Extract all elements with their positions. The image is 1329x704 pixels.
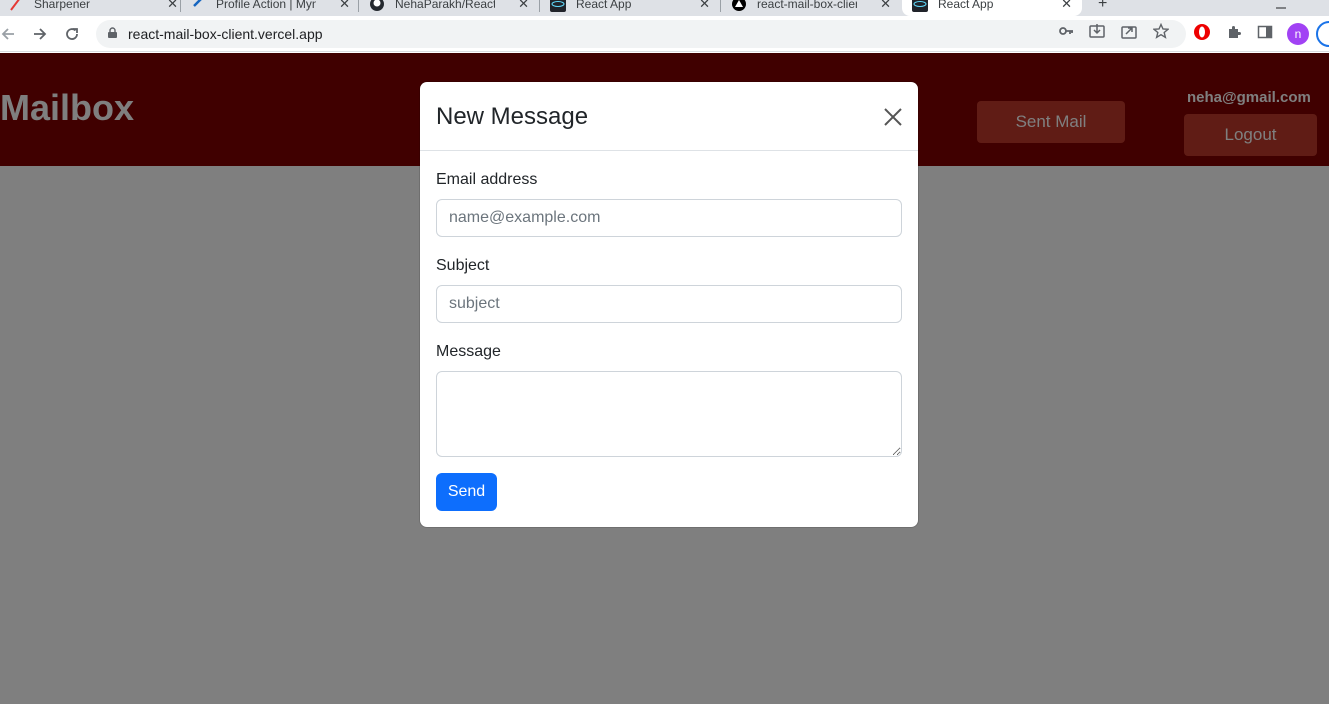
key-icon (1059, 27, 1073, 35)
browser-toolbar: react-mail-box-client.vercel.app n (0, 16, 1329, 52)
tab-separator (358, 0, 359, 12)
vercel-favicon-icon (731, 0, 747, 12)
back-button[interactable] (0, 22, 20, 46)
tab-close-icon[interactable]: ✕ (339, 0, 350, 12)
tab-title: NehaParakh/React-m (395, 0, 495, 11)
side-panel-button[interactable] (1256, 23, 1274, 41)
tab-title: react-mail-box-client (757, 0, 857, 11)
tab-strip: Sharpener ✕ Profile Action | Mynav ✕ Neh… (0, 0, 1329, 16)
sharpener-favicon-icon (8, 0, 24, 12)
message-label: Message (436, 343, 501, 360)
email-label: Email address (436, 171, 538, 188)
update-indicator[interactable] (1316, 21, 1329, 47)
tab-sharpener[interactable]: Sharpener ✕ (8, 0, 178, 16)
share-button[interactable] (1120, 22, 1138, 40)
password-key-button[interactable] (1057, 22, 1075, 40)
tab-separator (720, 0, 721, 12)
new-tab-button[interactable]: + (1098, 0, 1118, 16)
tab-close-icon[interactable]: ✕ (1061, 0, 1072, 12)
minimize-icon (1276, 7, 1286, 9)
github-favicon-icon (369, 0, 385, 12)
tab-close-icon[interactable]: ✕ (518, 0, 529, 12)
lock-icon (108, 27, 117, 38)
arrow-left-icon (1, 28, 14, 40)
tab-close-icon[interactable]: ✕ (699, 0, 710, 12)
tab-separator (539, 0, 540, 12)
tab-github[interactable]: NehaParakh/React-m ✕ (369, 0, 529, 16)
tab-separator (180, 0, 181, 12)
plus-icon: + (1098, 0, 1108, 12)
send-button[interactable]: Send (436, 473, 497, 511)
tab-close-icon[interactable]: ✕ (167, 0, 178, 12)
address-bar[interactable]: react-mail-box-client.vercel.app (96, 20, 1186, 48)
modal-header: New Message (420, 82, 918, 151)
tab-profile-action[interactable]: Profile Action | Mynav ✕ (190, 0, 350, 16)
opera-extension-button[interactable] (1193, 23, 1211, 41)
share-icon (1121, 26, 1137, 39)
arrow-favicon-icon (190, 0, 206, 12)
reload-icon (66, 28, 78, 40)
page: Mailbox Sent Mail neha@gmail.com Logout … (0, 53, 1329, 704)
tab-title: Profile Action | Mynav (216, 0, 316, 11)
react-favicon-icon (550, 0, 566, 12)
new-message-modal: New Message Email address Subject Messag… (420, 82, 918, 527)
tab-close-icon[interactable]: ✕ (880, 0, 891, 12)
tab-react-app[interactable]: React App ✕ (550, 0, 710, 16)
bookmark-button[interactable] (1152, 22, 1170, 40)
tab-title: React App (938, 0, 994, 11)
forward-button[interactable] (28, 22, 52, 46)
extensions-button[interactable] (1225, 23, 1243, 41)
install-icon (1089, 24, 1105, 38)
close-icon (884, 108, 902, 126)
react-favicon-icon (912, 0, 928, 12)
install-app-button[interactable] (1088, 22, 1106, 40)
reload-button[interactable] (60, 22, 84, 46)
tab-title: React App (576, 0, 632, 11)
tab-title: Sharpener (34, 0, 91, 11)
opera-icon (1194, 24, 1210, 40)
modal-title: New Message (436, 103, 589, 130)
subject-label: Subject (436, 257, 490, 274)
email-field[interactable] (436, 199, 902, 237)
arrow-right-icon (34, 28, 47, 40)
minimize-button[interactable] (1276, 0, 1288, 16)
side-panel-icon (1257, 25, 1273, 39)
close-button[interactable] (882, 106, 904, 128)
profile-avatar[interactable]: n (1287, 23, 1309, 45)
tab-vercel[interactable]: react-mail-box-client ✕ (731, 0, 891, 16)
star-icon (1153, 23, 1169, 39)
tab-react-app-active[interactable]: React App ✕ (902, 0, 1082, 16)
subject-field[interactable] (436, 285, 902, 323)
puzzle-icon (1229, 26, 1241, 38)
url-text: react-mail-box-client.vercel.app (128, 26, 323, 42)
message-textarea[interactable] (436, 371, 902, 457)
